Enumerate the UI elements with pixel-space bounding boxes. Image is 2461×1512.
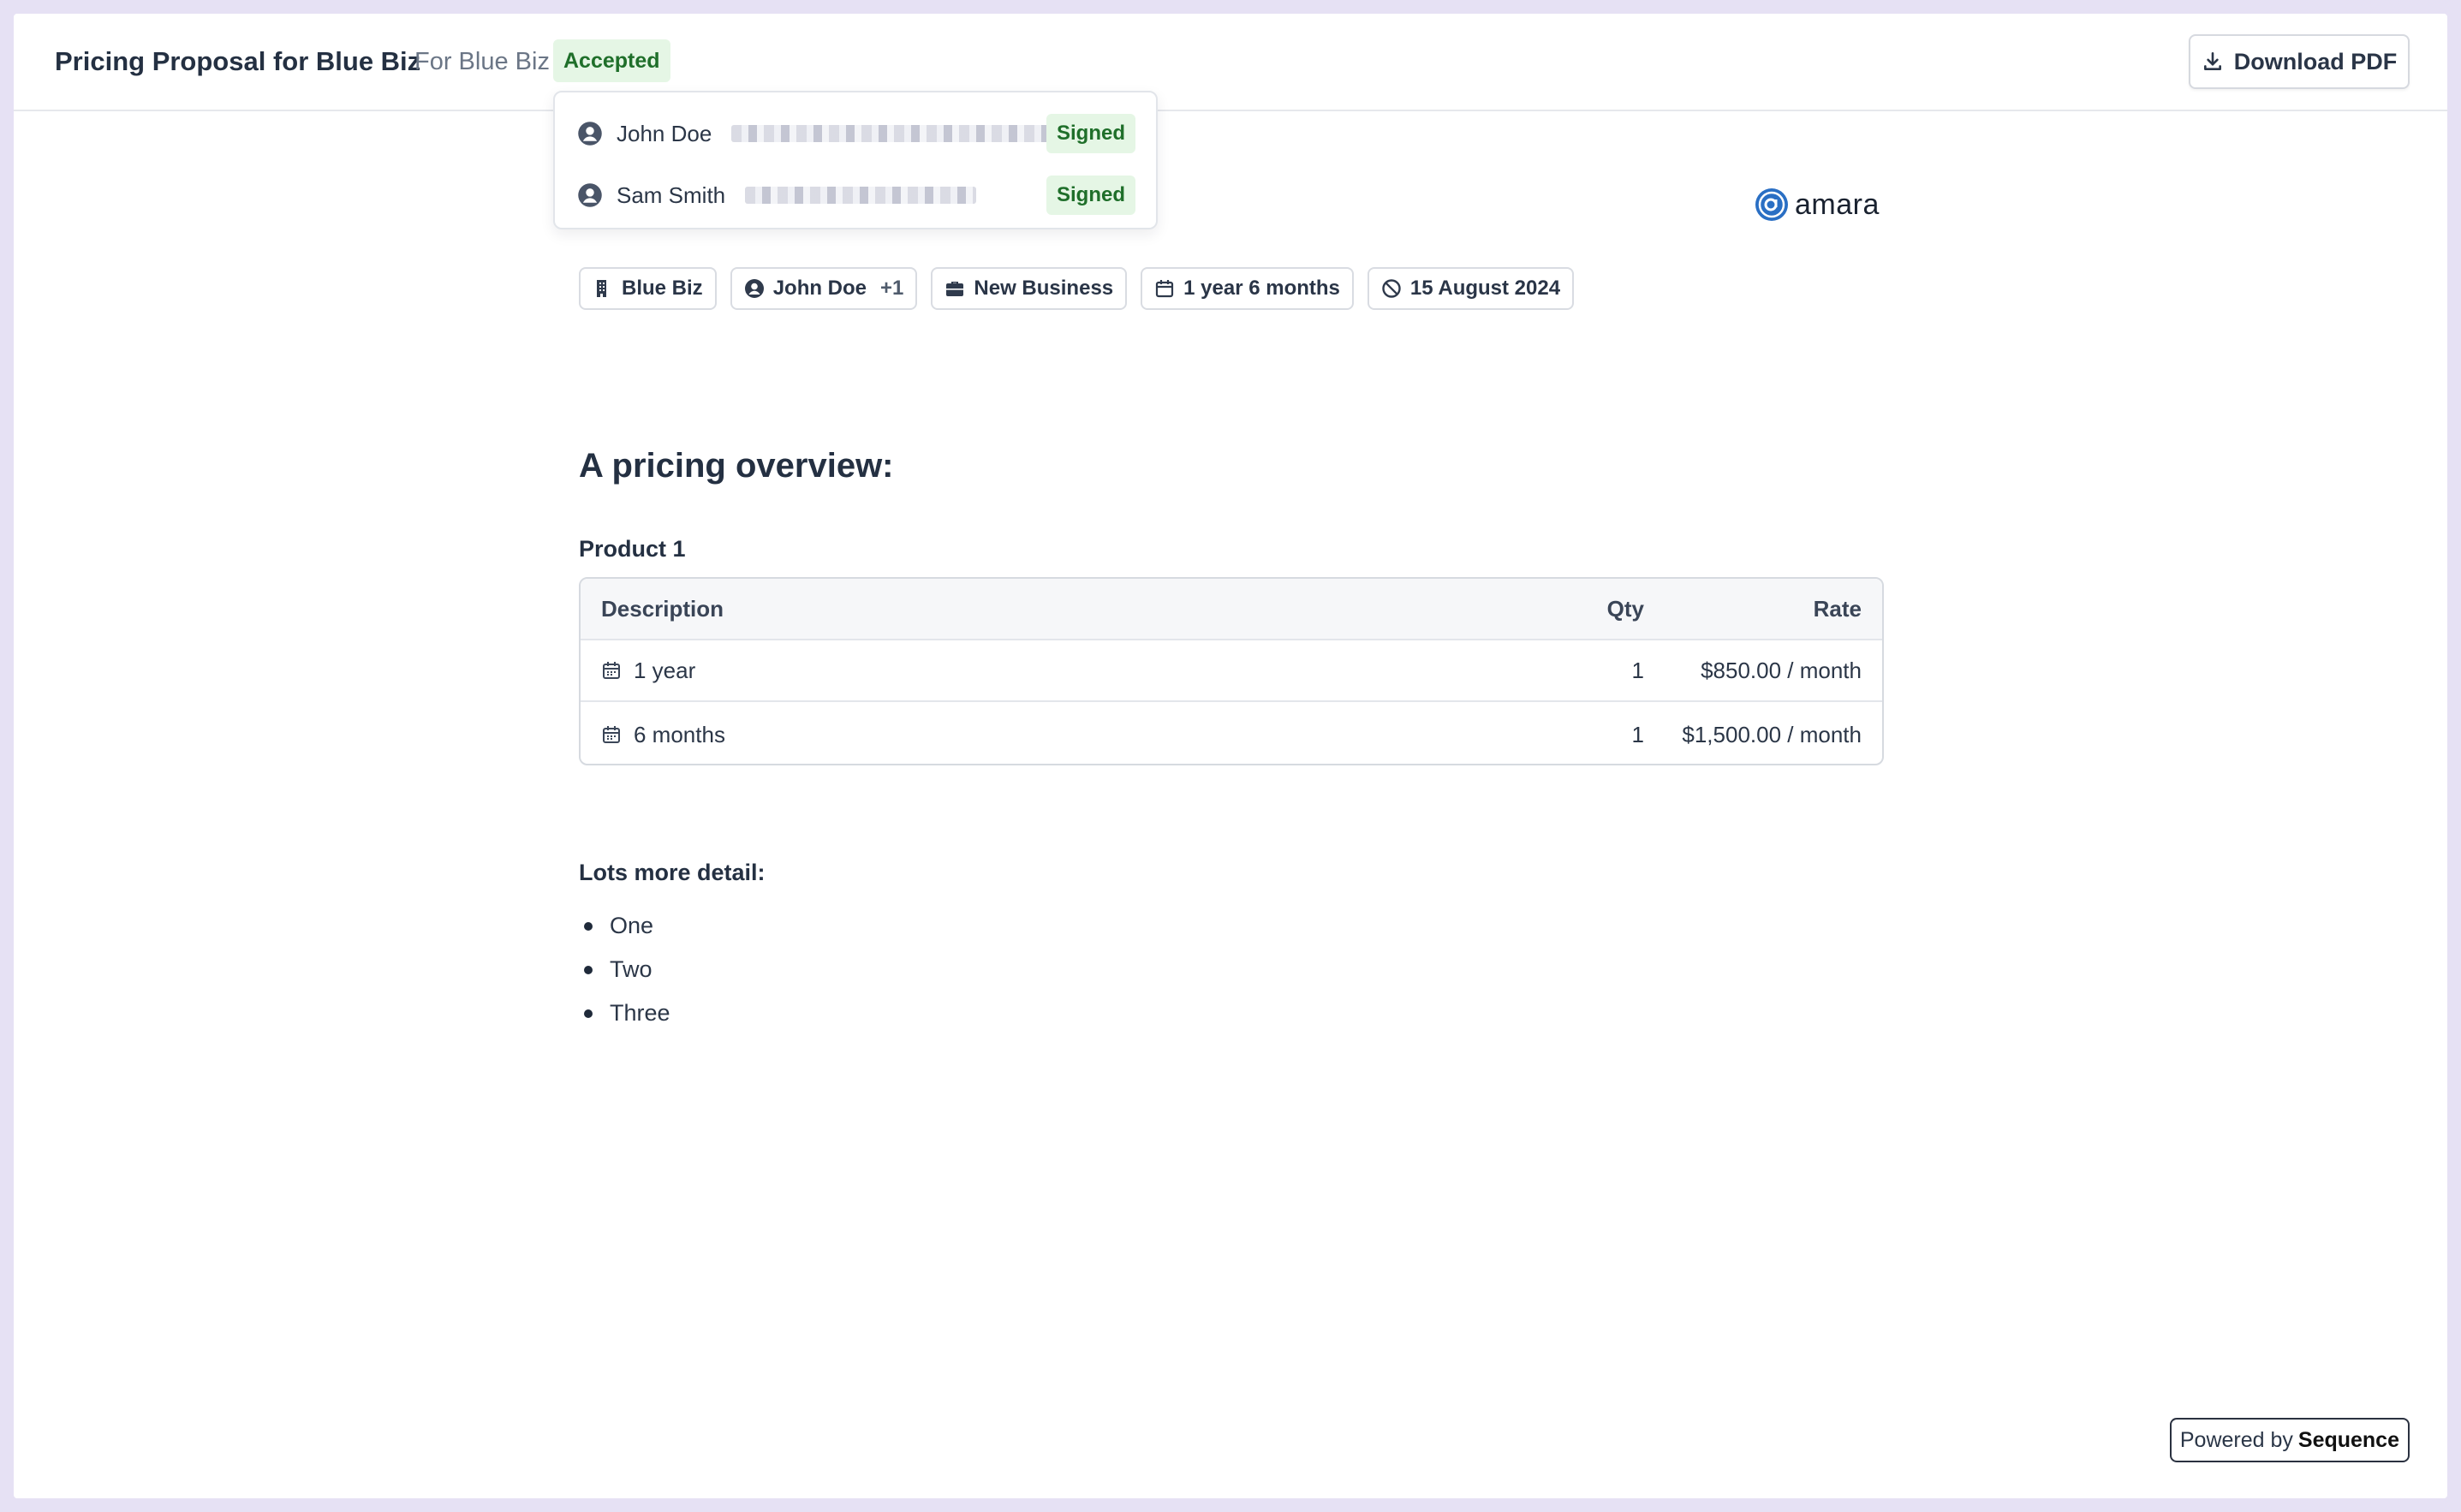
list-item: Three [579, 991, 670, 1035]
list-item-text: One [610, 913, 654, 938]
pricing-table: Description Qty Rate 1 year 1 $850.00 / … [579, 577, 1884, 765]
briefcase-icon [946, 282, 964, 296]
user-circle-icon [578, 122, 602, 146]
deal-type-chip[interactable]: New Business [931, 267, 1128, 310]
redacted-email [731, 125, 1052, 142]
list-item: One [579, 904, 670, 948]
signers-popover: John Doe Signed Sam Smith Signed [553, 91, 1158, 229]
expiry-chip-label: 15 August 2024 [1409, 277, 1561, 300]
product-heading: Product 1 [579, 536, 686, 562]
row-rate: $1,500.00 / month [1682, 721, 1862, 747]
contacts-chip[interactable]: John Doe +1 [730, 267, 918, 310]
row-description-text: 1 year [634, 657, 696, 683]
list-item-text: Two [610, 956, 652, 982]
contacts-extra-count: +1 [880, 277, 904, 300]
user-circle-icon [578, 183, 602, 207]
overview-heading: A pricing overview: [579, 447, 894, 485]
page-title: Pricing Proposal for Blue Biz [55, 46, 421, 76]
proposal-meta-chips: Blue Biz John Doe +1 New Business 1 year… [579, 267, 1575, 310]
company-logo: amara [1754, 187, 1880, 223]
table-row: 6 months 1 $1,500.00 / month [581, 704, 1882, 764]
row-description: 6 months [601, 704, 725, 764]
detail-list: One Two Three [579, 904, 670, 1035]
detail-heading: Lots more detail: [579, 860, 766, 885]
page-subtitle: For Blue Biz [414, 48, 550, 75]
download-pdf-label: Download PDF [2233, 48, 2398, 74]
header-bar: Pricing Proposal for Blue Biz For Blue B… [14, 14, 2447, 111]
redacted-email [745, 187, 976, 204]
bullet-icon [584, 921, 593, 931]
signer-name: John Doe [617, 120, 712, 146]
proposal-window: Pricing Proposal for Blue Biz For Blue B… [14, 14, 2447, 1498]
bullet-icon [584, 965, 593, 974]
row-description-text: 6 months [634, 721, 725, 747]
download-icon [2203, 51, 2221, 70]
row-rate: $850.00 / month [1701, 657, 1862, 683]
ban-icon [1382, 279, 1401, 298]
logo-text: amara [1795, 188, 1880, 221]
bullet-icon [584, 1009, 593, 1018]
list-item: Two [579, 948, 670, 991]
table-header-row: Description Qty Rate [581, 579, 1882, 640]
company-chip[interactable]: Blue Biz [579, 267, 717, 310]
row-description: 1 year [601, 640, 695, 700]
column-header-description: Description [601, 595, 724, 622]
amara-logo-icon [1755, 188, 1788, 221]
calendar-icon [603, 662, 620, 679]
duration-chip-label: 1 year 6 months [1183, 277, 1340, 300]
download-pdf-button[interactable]: Download PDF [2189, 34, 2410, 89]
signed-badge: Signed [1046, 176, 1135, 215]
company-chip-label: Blue Biz [622, 277, 703, 300]
contacts-chip-label: John Doe [772, 277, 867, 300]
powered-by-prefix: Powered by [2179, 1427, 2293, 1452]
powered-by-brand: Sequence [2297, 1427, 2399, 1452]
column-header-rate: Rate [1813, 595, 1862, 622]
calendar-icon [603, 726, 620, 743]
status-badge[interactable]: Accepted [553, 39, 670, 82]
powered-by-link[interactable]: Powered by Sequence [2169, 1418, 2410, 1462]
signer-row: Sam Smith Signed [555, 170, 1156, 221]
user-circle-icon [744, 279, 764, 298]
signed-badge: Signed [1046, 114, 1135, 153]
column-header-qty: Qty [1606, 595, 1644, 622]
signer-name: Sam Smith [617, 182, 726, 208]
list-item-text: Three [610, 1000, 670, 1026]
building-icon [597, 280, 606, 297]
row-qty: 1 [1631, 657, 1644, 683]
row-qty: 1 [1631, 721, 1644, 747]
expiry-chip[interactable]: 15 August 2024 [1367, 267, 1575, 310]
signer-row: John Doe Signed [555, 108, 1156, 159]
duration-chip[interactable]: 1 year 6 months [1141, 267, 1354, 310]
calendar-icon [1156, 280, 1174, 298]
deal-type-chip-label: New Business [974, 277, 1114, 300]
table-row: 1 year 1 $850.00 / month [581, 640, 1882, 702]
